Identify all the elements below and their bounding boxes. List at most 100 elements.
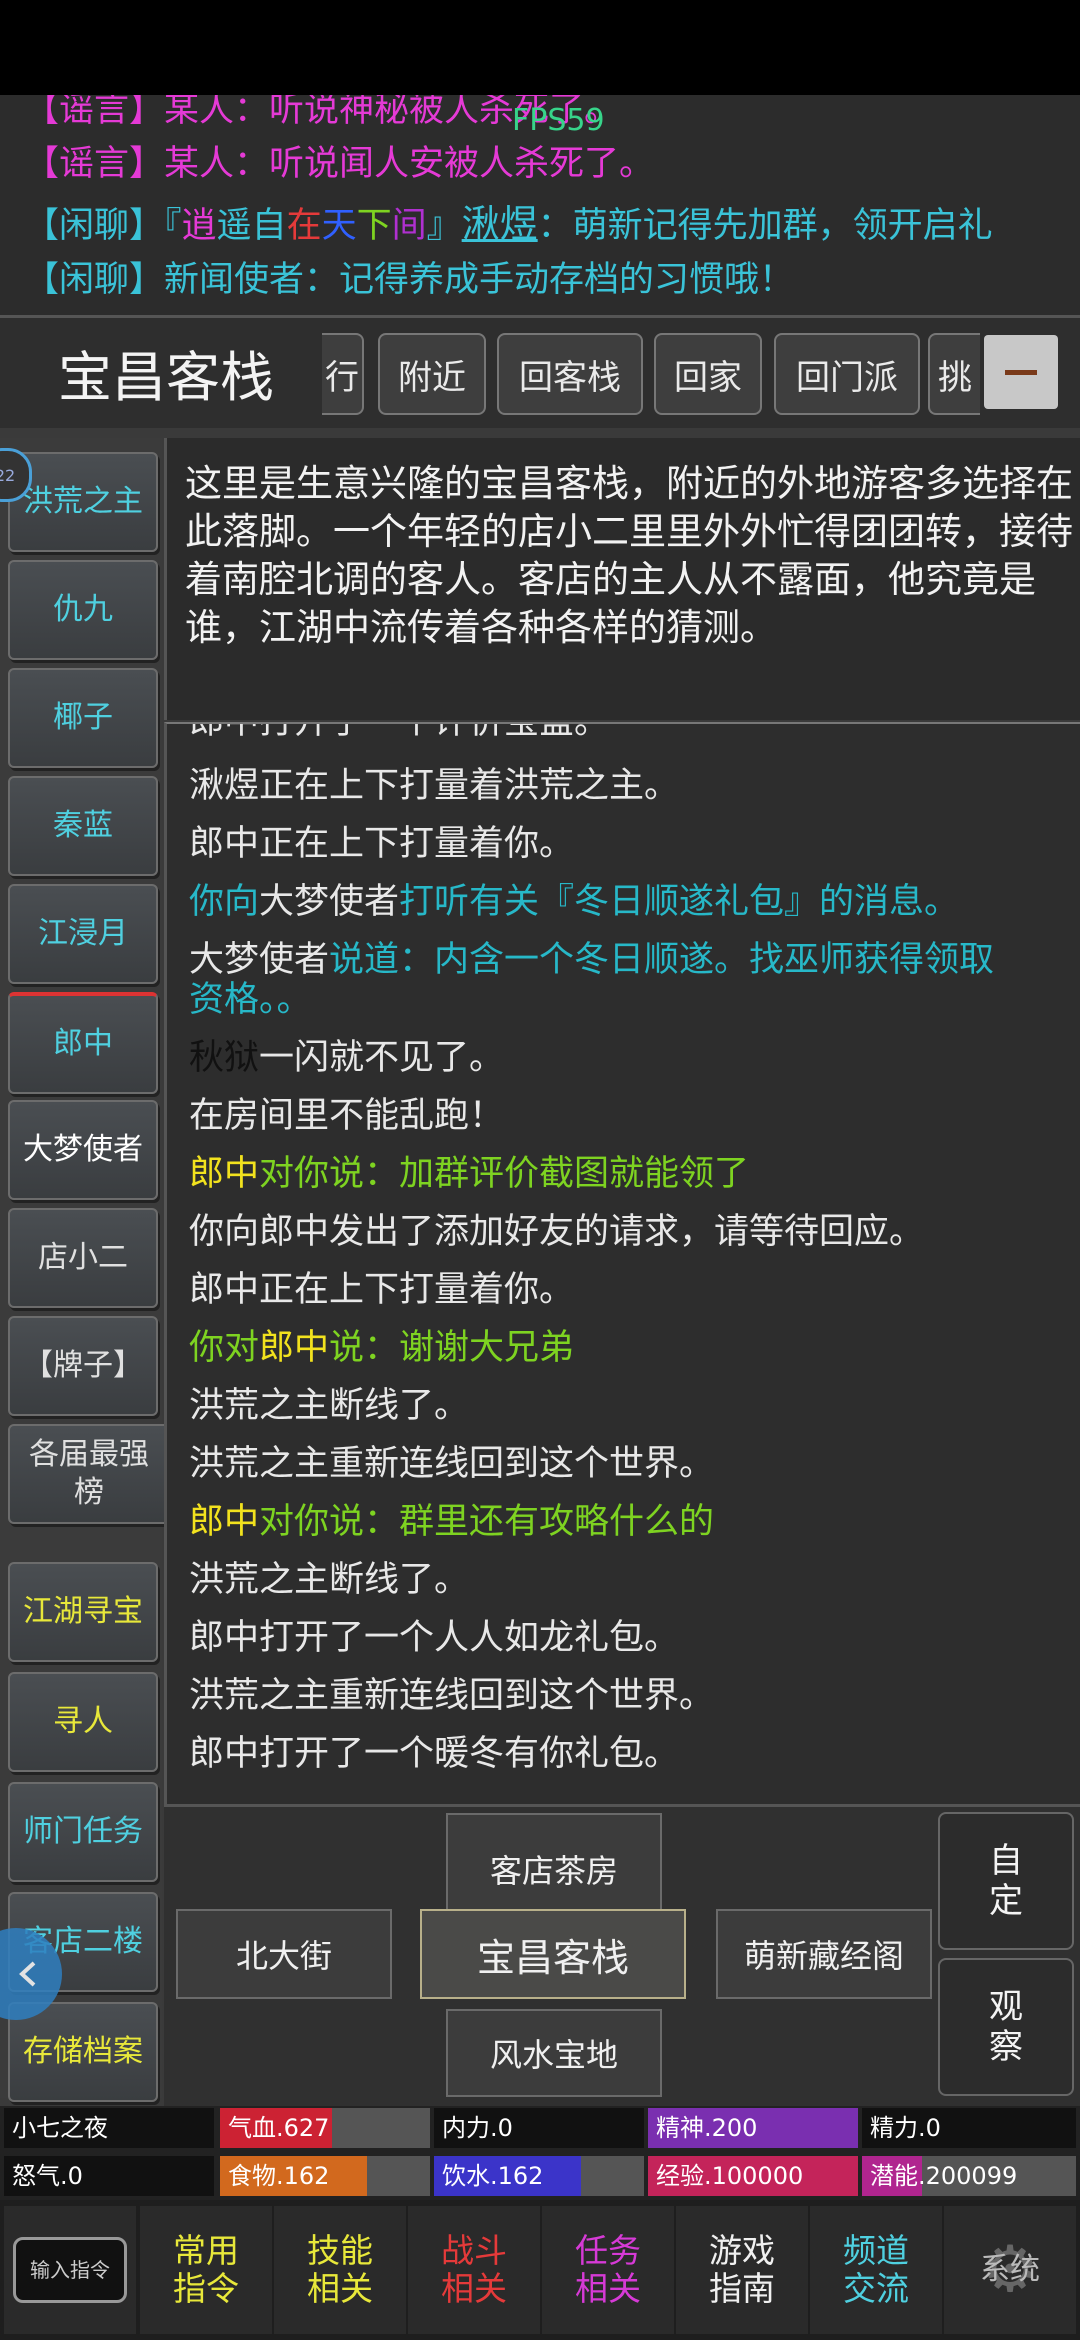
system-label: 系统: [980, 2252, 1040, 2287]
input-command-button[interactable]: 输入指令: [4, 2206, 136, 2334]
room-title: 宝昌客栈: [58, 346, 274, 409]
health-label: 气血.627: [228, 2114, 330, 2142]
log-line: 郎中对你说：加群评价截图就能领了: [189, 1154, 749, 1194]
sidebar-item-treasure[interactable]: 江湖寻宝: [8, 1562, 158, 1662]
log-line: 你向郎中发出了添加好友的请求，请等待回应。: [189, 1212, 925, 1252]
log-line: 郎中打开了一个暖冬有你礼包。: [189, 1734, 680, 1774]
log-fragment: 说：谢谢大兄弟: [329, 1328, 575, 1368]
log-fragment: 加群评价截图就能领了: [399, 1154, 750, 1194]
log-fragment: 群里还有攻略什么的: [399, 1502, 715, 1542]
exit-south-button[interactable]: 风水宝地: [446, 2009, 662, 2097]
water-label: 饮水.162: [442, 2162, 544, 2190]
channel-chat-button[interactable]: 频道 交流: [810, 2206, 942, 2334]
log-npc-name: 郎中: [189, 1154, 260, 1194]
chat-msg: ：萌新记得先加群，领开启礼: [537, 206, 993, 246]
observe-button[interactable]: 观 察: [938, 1958, 1074, 2096]
common-commands-button[interactable]: 常用 指令: [140, 2206, 272, 2334]
input-command-label: 输入指令: [13, 2237, 127, 2303]
current-room-button[interactable]: 宝昌客栈: [420, 1909, 686, 1999]
custom-button[interactable]: 自 定: [938, 1812, 1074, 1950]
nav-button-home[interactable]: 回家: [654, 333, 762, 415]
title-char: 逍: [181, 206, 217, 246]
log-fragment: 你向: [189, 882, 260, 922]
log-line: 郎中打开了一个评价宝盒。: [189, 722, 610, 742]
chat-user-link[interactable]: 湫煜: [462, 202, 538, 246]
message-log[interactable]: 郎中打开了一个评价宝盒。 湫煜正在上下打量着洪荒之主。 郎中正在上下打量着你。 …: [164, 722, 1080, 1804]
sidebar-item-jiangjinyue[interactable]: 江浸月: [8, 884, 158, 984]
game-guide-button[interactable]: 游戏 指南: [676, 2206, 808, 2334]
chevron-left-icon: [19, 1961, 36, 1987]
combat-button[interactable]: 战斗 相关: [408, 2206, 540, 2334]
skills-button[interactable]: 技能 相关: [274, 2206, 406, 2334]
stat-spirit: 精神.200: [648, 2108, 858, 2148]
title-char: 遥: [216, 206, 252, 246]
log-npc-name: 秋狱: [189, 1038, 260, 1078]
rumor-text: 某人：听说闻人安被人杀死了。: [164, 144, 655, 184]
log-npc-name: 大梦使者: [189, 940, 330, 980]
title-char: 天: [321, 206, 357, 246]
system-button[interactable]: ⚙ 系统: [944, 2206, 1076, 2334]
log-fragment: 对你说：: [259, 1154, 400, 1194]
room-description: 这里是生意兴隆的宝昌客栈，附近的外地游客多选择在此落脚。一个年轻的店小二里里外外…: [164, 438, 1080, 720]
log-npc-name: 大梦使者: [259, 882, 400, 922]
stat-food: 食物.162: [220, 2156, 430, 2196]
log-line: 郎中对你说：群里还有攻略什么的: [189, 1502, 714, 1542]
exit-east-button[interactable]: 萌新藏经阁: [716, 1909, 932, 1999]
quote-close: 』: [426, 206, 462, 246]
log-fragment: 一闪就不见了。: [259, 1038, 505, 1078]
log-line: 你对郎中说：谢谢大兄弟: [189, 1328, 574, 1368]
sender-title: 逍遥自在天下间: [182, 206, 427, 246]
character-name: 小七之夜: [4, 2108, 214, 2148]
chat-line-news: 【闲聊】新闻使者：记得养成手动存档的习惯哦！: [24, 251, 794, 302]
chat-tag: 【闲聊】: [24, 206, 165, 246]
sidebar-item-ranking[interactable]: 各届最强榜: [8, 1424, 170, 1524]
log-line: 郎中正在上下打量着你。: [189, 824, 575, 864]
chat-line-rumor: 【谣言】某人：听说闻人安被人杀死了。: [24, 135, 654, 186]
collapse-menu-button[interactable]: [984, 335, 1058, 409]
quote-open: 『: [164, 206, 182, 246]
nav-button-sect[interactable]: 回门派: [774, 333, 920, 415]
log-line: 秋狱一闪就不见了。: [189, 1038, 504, 1078]
potential-label: 潜能.200099: [870, 2162, 1018, 2190]
character-stats: 小七之夜 气血.627 内力.0 精神.200 精力.0 怒气.0 食物.162…: [0, 2106, 1080, 2202]
npc-sidebar[interactable]: 洪荒之主 仇九 椰子 秦蓝 江浸月 郎中 大梦使者 店小二 【牌子】 各届最强榜…: [0, 438, 170, 2102]
sidebar-item-dianxiaoer[interactable]: 店小二: [8, 1208, 158, 1308]
rumor-tag: 【谣言】: [24, 144, 165, 184]
sidebar-item-qiujiu[interactable]: 仇九: [8, 560, 158, 660]
sidebar-item-langzhong[interactable]: 郎中: [8, 992, 158, 1094]
stat-potential: 潜能.200099: [862, 2156, 1076, 2196]
log-line: 洪荒之主重新连线回到这个世界。: [189, 1676, 715, 1716]
tasks-button[interactable]: 任务 相关: [542, 2206, 674, 2334]
sidebar-item-find-person[interactable]: 寻人: [8, 1672, 158, 1772]
description-text: 这里是生意兴隆的宝昌客栈，附近的外地游客多选择在此落脚。一个年轻的店小二里里外外…: [185, 462, 1073, 649]
stat-water: 饮水.162: [434, 2156, 644, 2196]
status-bar: [0, 0, 1080, 95]
title-char: 自: [251, 206, 287, 246]
stat-exp: 经验.100000: [648, 2156, 858, 2196]
title-char: 下: [356, 206, 392, 246]
news-tag: 【闲聊】: [24, 260, 165, 300]
log-fragment: 说道：内含一个冬日顺遂。找巫师获得领取: [329, 940, 995, 980]
sidebar-item-sect-task[interactable]: 师门任务: [8, 1782, 158, 1882]
log-line: 郎中打开了一个人人如龙礼包。: [189, 1618, 680, 1658]
sidebar-item-yezi[interactable]: 椰子: [8, 668, 158, 768]
sidebar-item-paizi[interactable]: 【牌子】: [8, 1316, 158, 1416]
stat-internal: 内力.0: [434, 2108, 644, 2148]
chat-line-chat: 【闲聊】『逍遥自在天下间』湫煜：萌新记得先加群，领开启礼: [24, 193, 993, 248]
log-line: 你向大梦使者打听有关『冬日顺遂礼包』的消息。: [189, 882, 959, 922]
exit-west-button[interactable]: 北大街: [176, 1909, 392, 1999]
sidebar-item-dameng[interactable]: 大梦使者: [8, 1100, 158, 1200]
nav-button-challenge[interactable]: 挑: [928, 333, 980, 415]
nav-button-nearby[interactable]: 附近: [378, 333, 486, 415]
log-line: 洪荒之主重新连线回到这个世界。: [189, 1444, 715, 1484]
sidebar-item-qinlan[interactable]: 秦蓝: [8, 776, 158, 876]
stat-rage: 怒气.0: [4, 2156, 214, 2196]
title-char: 间: [391, 206, 427, 246]
log-line: 在房间里不能乱跑！: [189, 1096, 505, 1136]
log-fragment: 你对: [189, 1328, 260, 1368]
nav-button-back-inn[interactable]: 回客栈: [497, 333, 643, 415]
log-fragment: 打听有关『冬日顺遂礼包』的消息。: [399, 882, 960, 922]
nav-button-partial[interactable]: 行: [322, 333, 364, 415]
log-fragment: 对你说：: [259, 1502, 400, 1542]
log-line: 湫煜正在上下打量着洪荒之主。: [189, 766, 680, 806]
